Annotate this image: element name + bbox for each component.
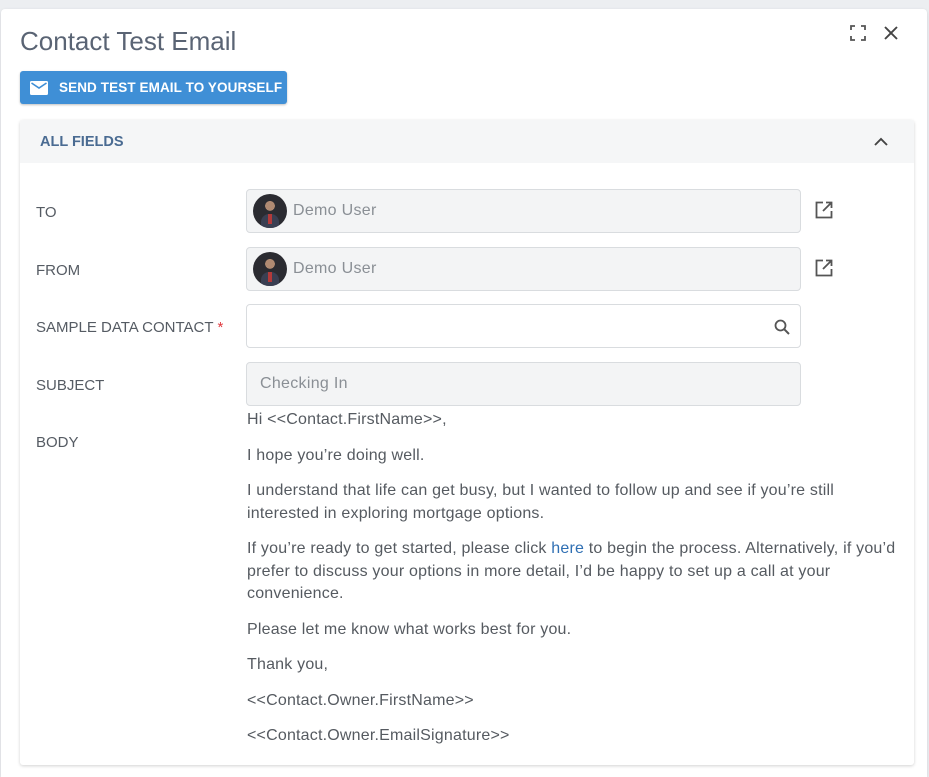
required-marker: * — [217, 319, 224, 336]
mail-icon — [30, 80, 48, 95]
send-test-email-button[interactable]: SEND TEST EMAIL TO YOURSELF — [20, 71, 287, 104]
body-paragraph: <<Contact.Owner.EmailSignature>> — [247, 727, 510, 744]
to-label: TO — [36, 204, 57, 221]
email-body[interactable]: Hi <<Contact.FirstName>>, I hope you’re … — [247, 409, 907, 761]
body-paragraph: Please let me know what works best for y… — [247, 620, 572, 638]
chevron-up-icon — [874, 137, 888, 146]
from-label: FROM — [36, 262, 81, 279]
body-greeting: Hi <<Contact.FirstName>>, — [247, 411, 447, 428]
sample-data-contact-input[interactable] — [246, 304, 801, 348]
body-paragraph: Thank you, — [247, 656, 329, 673]
open-in-new-icon — [815, 259, 833, 277]
here-link[interactable]: here — [551, 540, 584, 557]
avatar — [253, 194, 287, 228]
to-open-link-button[interactable] — [814, 200, 834, 220]
fullscreen-icon — [850, 25, 866, 41]
send-test-email-label: SEND TEST EMAIL TO YOURSELF — [59, 80, 283, 95]
contact-test-email-dialog: Contact Test Email SEND TEST EMAIL TO YO… — [1, 9, 927, 777]
body-label: BODY — [36, 434, 79, 451]
sample-data-contact-label: SAMPLE DATA CONTACT * — [36, 319, 223, 336]
sample-data-contact-label-text: SAMPLE DATA CONTACT — [36, 319, 214, 336]
body-paragraph: I understand that life can get busy, but… — [247, 482, 835, 522]
panel-title: ALL FIELDS — [40, 133, 124, 150]
search-button[interactable] — [773, 318, 791, 336]
from-value: Demo User — [293, 260, 377, 277]
body-text: If you’re ready to get started, please c… — [247, 540, 552, 557]
to-value: Demo User — [293, 202, 377, 219]
subject-field[interactable]: Checking In — [246, 362, 801, 406]
from-open-link-button[interactable] — [814, 258, 834, 278]
subject-value: Checking In — [260, 375, 348, 392]
subject-label: SUBJECT — [36, 377, 105, 394]
dialog-title: Contact Test Email — [20, 26, 237, 56]
open-in-new-icon — [815, 201, 833, 219]
close-button[interactable] — [881, 23, 901, 43]
collapse-panel-button[interactable] — [872, 133, 890, 149]
close-icon — [884, 26, 898, 40]
search-icon — [774, 319, 790, 335]
body-paragraph: I hope you’re doing well. — [247, 446, 425, 464]
fullscreen-button[interactable] — [848, 23, 868, 43]
avatar — [253, 252, 287, 286]
panel-header[interactable]: ALL FIELDS — [20, 120, 914, 163]
from-field[interactable]: Demo User — [246, 247, 801, 291]
to-field[interactable]: Demo User — [246, 189, 801, 233]
body-paragraph: <<Contact.Owner.FirstName>> — [247, 691, 474, 709]
body-paragraph: If you’re ready to get started, please c… — [247, 538, 907, 606]
